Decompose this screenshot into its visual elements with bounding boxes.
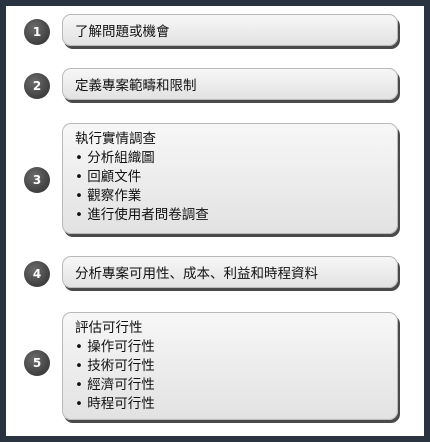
step-bullet: • 分析組織圖 bbox=[75, 150, 155, 166]
step-bullet: • 經濟可行性 bbox=[75, 377, 155, 393]
step-box: 定義專案範疇和限制 bbox=[62, 68, 398, 100]
step-title: 分析專案可用性、成本、利益和時程資料 bbox=[75, 266, 318, 282]
step-bullet: • 操作可行性 bbox=[75, 339, 155, 355]
step-bullet: • 進行使用者問卷調查 bbox=[75, 207, 209, 223]
step-number-badge: 2 bbox=[24, 73, 50, 99]
step-box: 了解問題或機會 bbox=[62, 14, 398, 46]
step-number-badge: 1 bbox=[24, 19, 50, 45]
step-title: 定義專案範疇和限制 bbox=[75, 78, 197, 94]
step-bullet: • 觀察作業 bbox=[75, 188, 142, 204]
step-box: 分析專案可用性、成本、利益和時程資料 bbox=[62, 256, 398, 288]
step-box: 評估可行性 • 操作可行性 • 技術可行性 • 經濟可行性 • 時程可行性 bbox=[62, 312, 398, 420]
step-title: 了解問題或機會 bbox=[75, 24, 170, 40]
step-number-badge: 3 bbox=[24, 167, 50, 193]
step-number-badge: 5 bbox=[24, 350, 50, 376]
step-title: 執行實情調查 bbox=[75, 131, 156, 147]
step-number-badge: 4 bbox=[24, 261, 50, 287]
process-diagram: 1 了解問題或機會 2 定義專案範疇和限制 3 執行實情調查 • 分析組織圖 •… bbox=[6, 6, 424, 436]
step-box: 執行實情調查 • 分析組織圖 • 回顧文件 • 觀察作業 • 進行使用者問卷調查 bbox=[62, 123, 398, 234]
step-bullet: • 時程可行性 bbox=[75, 396, 155, 412]
step-bullet: • 回顧文件 bbox=[75, 169, 142, 185]
step-bullet: • 技術可行性 bbox=[75, 358, 155, 374]
step-title: 評估可行性 bbox=[75, 320, 143, 336]
